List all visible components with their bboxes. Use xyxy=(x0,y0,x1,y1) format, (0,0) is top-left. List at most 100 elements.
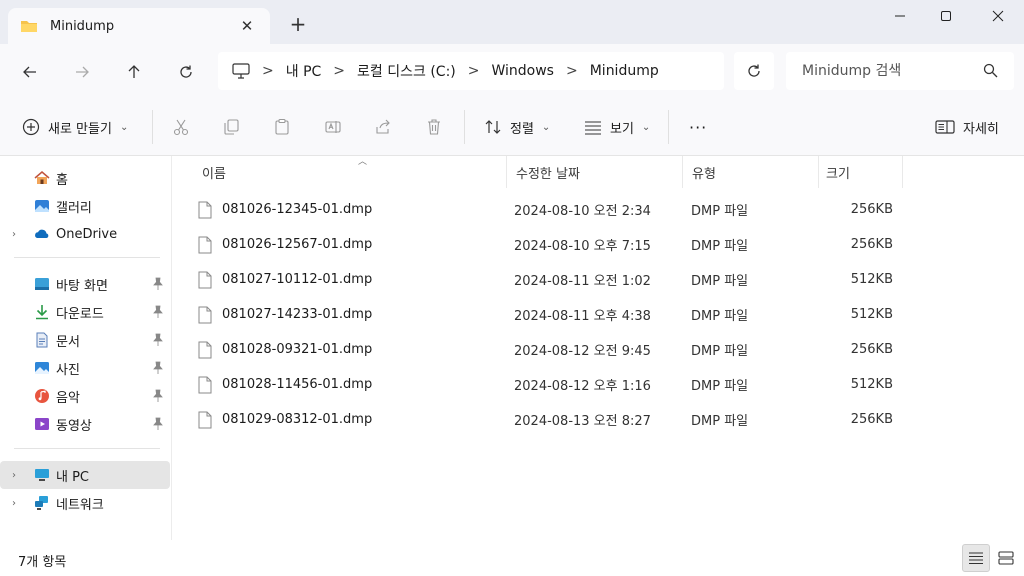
pin-icon[interactable] xyxy=(152,305,164,319)
details-view-button[interactable] xyxy=(962,544,990,572)
rename-button[interactable] xyxy=(321,115,345,139)
pin-icon[interactable] xyxy=(152,333,164,347)
new-button[interactable]: 새로 만들기 ⌄ xyxy=(22,98,128,156)
column-header-name[interactable]: 이름 ︿ xyxy=(188,156,506,188)
sidebar-item-label: 홈 xyxy=(56,172,68,188)
tab-close-button[interactable]: ✕ xyxy=(238,17,256,35)
sidebar-item-downloads[interactable]: 다운로드 xyxy=(0,298,170,326)
pin-icon[interactable] xyxy=(152,361,164,375)
table-row[interactable]: 081027-14233-01.dmp 2024-08-11 오후 4:38 D… xyxy=(186,297,906,332)
breadcrumb-separator: > xyxy=(565,63,578,79)
sidebar-item-pictures[interactable]: 사진 xyxy=(0,354,170,382)
column-divider[interactable] xyxy=(902,156,903,188)
file-name: 081028-09321-01.dmp xyxy=(222,342,373,357)
delete-button[interactable] xyxy=(422,115,446,139)
sidebar-item-desktop[interactable]: 바탕 화면 xyxy=(0,270,170,298)
maximize-icon xyxy=(941,11,951,21)
view-button[interactable]: 보기 ⌄ xyxy=(584,98,650,156)
address-bar[interactable]: > 내 PC > 로컬 디스크 (C:) > Windows > Minidum… xyxy=(218,52,724,90)
column-header-type[interactable]: 유형 xyxy=(678,156,818,188)
expand-chevron-icon[interactable]: › xyxy=(12,498,16,509)
details-label: 자세히 xyxy=(963,121,999,137)
sidebar-item-videos[interactable]: 동영상 xyxy=(0,410,170,438)
tab-minidump[interactable]: Minidump ✕ xyxy=(8,8,270,44)
copy-icon xyxy=(224,119,239,135)
pin-icon[interactable] xyxy=(152,389,164,403)
tiles-view-button[interactable] xyxy=(992,544,1020,572)
pin-icon[interactable] xyxy=(152,417,164,431)
command-bar: 새로 만들기 ⌄ 정렬 ⌄ 보기 ⌄ ··· 자세히 xyxy=(0,98,1024,156)
sidebar-item-music[interactable]: 음악 xyxy=(0,382,170,410)
arrow-right-icon xyxy=(76,66,89,78)
scissors-icon xyxy=(173,119,189,136)
divider xyxy=(668,110,669,144)
sidebar-item-label: 동영상 xyxy=(56,418,92,434)
refresh-button[interactable] xyxy=(734,52,774,90)
sidebar-item-onedrive[interactable]: › OneDrive xyxy=(0,220,170,248)
sidebar-item-network[interactable]: › 네트워크 xyxy=(0,489,170,517)
file-type: DMP 파일 xyxy=(691,414,749,429)
share-button[interactable] xyxy=(371,115,395,139)
sidebar-item-documents[interactable]: 문서 xyxy=(0,326,170,354)
file-name: 081027-14233-01.dmp xyxy=(222,307,373,322)
sort-icon xyxy=(485,120,501,134)
navigation-bar: > 내 PC > 로컬 디스크 (C:) > Windows > Minidum… xyxy=(0,44,1024,98)
expand-chevron-icon[interactable]: › xyxy=(12,229,16,240)
paste-button[interactable] xyxy=(270,115,294,139)
new-button-label: 새로 만들기 xyxy=(48,121,112,137)
expand-chevron-icon[interactable]: › xyxy=(12,470,16,481)
breadcrumb-minidump[interactable]: Minidump xyxy=(590,63,659,79)
close-window-button[interactable] xyxy=(974,0,1022,32)
refresh-nav-button[interactable] xyxy=(172,58,200,86)
copy-button[interactable] xyxy=(219,115,243,139)
new-tab-button[interactable]: + xyxy=(286,14,310,34)
monitor-icon xyxy=(232,63,250,79)
sidebar-item-label: 갤러리 xyxy=(56,200,92,216)
column-header-size[interactable]: 크기 xyxy=(812,156,902,188)
file-size: 256KB xyxy=(850,202,893,217)
table-row[interactable]: 081026-12345-01.dmp 2024-08-10 오전 2:34 D… xyxy=(186,192,906,227)
file-date: 2024-08-12 오후 1:16 xyxy=(514,379,651,394)
forward-button[interactable] xyxy=(68,58,96,86)
file-icon xyxy=(198,271,212,288)
search-input[interactable] xyxy=(802,63,982,79)
file-name: 081027-10112-01.dmp xyxy=(222,272,373,287)
table-row[interactable]: 081026-12567-01.dmp 2024-08-10 오후 7:15 D… xyxy=(186,227,906,262)
table-row[interactable]: 081027-10112-01.dmp 2024-08-11 오전 1:02 D… xyxy=(186,262,906,297)
breadcrumb-windows[interactable]: Windows xyxy=(491,63,554,79)
sidebar-item-home[interactable]: 홈 xyxy=(0,164,170,192)
pin-icon[interactable] xyxy=(152,277,164,291)
details-pane-button[interactable]: 자세히 xyxy=(935,98,999,156)
cut-button[interactable] xyxy=(169,115,193,139)
more-options-button[interactable]: ··· xyxy=(689,98,707,156)
file-date: 2024-08-10 오전 2:34 xyxy=(514,204,651,219)
breadcrumb-my-pc[interactable]: 내 PC xyxy=(286,61,322,81)
minimize-button[interactable] xyxy=(876,0,924,32)
sidebar-item-my-pc[interactable]: › 내 PC xyxy=(0,461,170,489)
table-row[interactable]: 081028-09321-01.dmp 2024-08-12 오전 9:45 D… xyxy=(186,332,906,367)
table-row[interactable]: 081029-08312-01.dmp 2024-08-13 오전 8:27 D… xyxy=(186,402,906,437)
onedrive-icon xyxy=(35,229,49,238)
table-row[interactable]: 081028-11456-01.dmp 2024-08-12 오후 1:16 D… xyxy=(186,367,906,402)
tiles-view-icon xyxy=(998,551,1014,565)
up-button[interactable] xyxy=(120,58,148,86)
sidebar-item-gallery[interactable]: 갤러리 xyxy=(0,192,170,220)
sort-button[interactable]: 정렬 ⌄ xyxy=(484,98,550,156)
sort-label: 정렬 xyxy=(510,121,534,137)
column-header-date[interactable]: 수정한 날짜 xyxy=(502,156,682,188)
breadcrumb-separator: > xyxy=(333,63,346,79)
breadcrumb-separator: > xyxy=(262,63,274,79)
breadcrumb-local-disk[interactable]: 로컬 디스크 (C:) xyxy=(357,61,456,81)
maximize-button[interactable] xyxy=(922,0,970,32)
sidebar-item-label: 네트워크 xyxy=(56,497,104,513)
column-header-label: 수정한 날짜 xyxy=(516,166,580,182)
column-header-label: 크기 xyxy=(826,166,850,182)
file-icon xyxy=(198,201,212,218)
network-icon xyxy=(35,496,48,510)
search-box[interactable] xyxy=(786,52,1014,90)
file-name: 081026-12567-01.dmp xyxy=(222,237,373,252)
pc-icon xyxy=(35,469,49,481)
back-button[interactable] xyxy=(16,58,44,86)
sidebar-item-label: 내 PC xyxy=(56,469,90,485)
gallery-icon xyxy=(35,200,49,212)
